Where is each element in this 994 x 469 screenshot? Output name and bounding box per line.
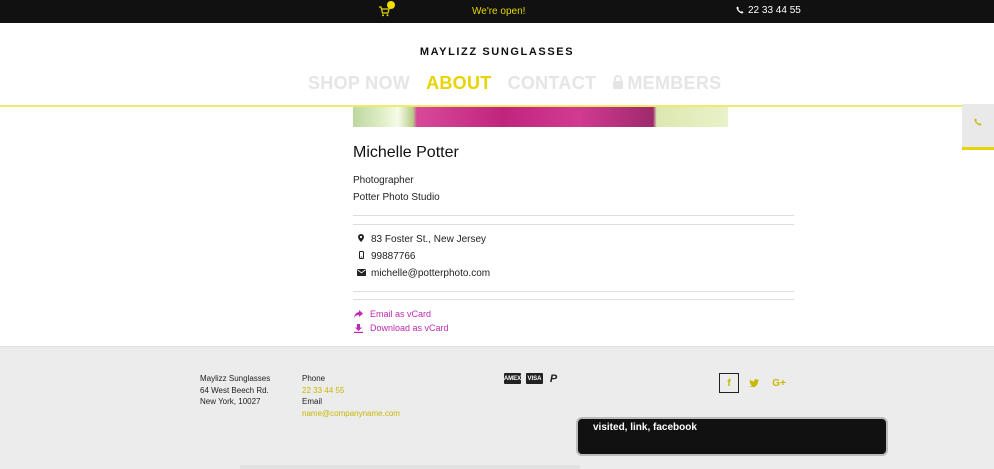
topbar-phone[interactable]: 22 33 44 55 [736,5,801,16]
footer-address: Maylizz Sunglasses 64 West Beech Rd. New… [200,373,270,408]
address-row: 83 Foster St., New Jersey [355,234,486,245]
accessibility-tooltip: visited, link, facebook [576,417,888,456]
phone-icon [974,118,982,126]
divider [353,299,794,300]
footer-city: New York, 10027 [200,397,261,406]
download-vcard-link[interactable]: Download as vCard [354,323,449,333]
paypal-icon: P [549,372,558,385]
nav-members[interactable]: MEMBERS [612,73,721,94]
footer-email-label: Email [302,397,323,406]
profile-mobile[interactable]: 99887766 [371,251,416,262]
profile-company: Potter Photo Studio [353,192,440,203]
scroll-indicator [240,465,580,469]
map-marker-icon [355,234,367,245]
divider [353,215,794,216]
visa-icon: VISA [526,373,543,384]
facebook-icon[interactable]: f [719,373,739,393]
envelope-icon [355,268,367,279]
twitter-icon[interactable] [744,373,764,393]
tooltip-text: visited, link, facebook [593,422,697,433]
mobile-phone-icon [355,251,367,262]
email-row: michelle@potterphoto.com [355,268,490,279]
profile-address: 83 Foster St., New Jersey [371,234,487,245]
amex-icon: AMEX [504,373,521,384]
mobile-row: 99887766 [355,251,416,262]
site-header: MAYLIZZ SUNGLASSES SHOP NOW ABOUT CONTAC… [0,23,994,107]
footer-email[interactable]: name@companyname.com [302,408,400,420]
footer-contact: Phone 22 33 44 55 Email name@companyname… [302,373,400,419]
footer-phone-label: Phone [302,374,326,383]
phone-icon [736,6,744,14]
email-vcard-link[interactable]: Email as vCard [354,309,431,319]
profile-photo [353,107,728,127]
nav-shop-now[interactable]: SHOP NOW [308,73,410,94]
nav-contact[interactable]: CONTACT [508,73,597,94]
topbar-phone-number: 22 33 44 55 [748,5,801,16]
footer-company: Maylizz Sunglasses [200,374,271,383]
open-status: We're open! [472,6,526,17]
nav-members-label: MEMBERS [627,73,722,93]
google-plus-icon[interactable]: G+ [769,373,789,393]
divider [353,224,794,225]
share-icon [354,310,363,318]
email-vcard-label: Email as vCard [370,309,432,319]
main-nav: SHOP NOW ABOUT CONTACT MEMBERS [308,73,721,94]
profile-role: Photographer [353,175,414,186]
footer-street: 64 West Beech Rd. [200,385,269,395]
download-icon [354,323,363,333]
side-phone-tab[interactable] [962,104,994,150]
profile-email[interactable]: michelle@potterphoto.com [371,268,490,279]
brand-title[interactable]: MAYLIZZ SUNGLASSES [0,46,994,58]
payment-methods: AMEX VISA P [504,372,559,385]
divider [353,291,794,292]
profile-name: Michelle Potter [353,144,459,161]
download-vcard-label: Download as vCard [370,323,449,333]
footer-phone[interactable]: 22 33 44 55 [302,385,400,397]
nav-about[interactable]: ABOUT [426,73,492,94]
top-bar: We're open! 22 33 44 55 [0,0,994,23]
cart-badge [387,1,395,9]
lock-icon [613,75,624,89]
